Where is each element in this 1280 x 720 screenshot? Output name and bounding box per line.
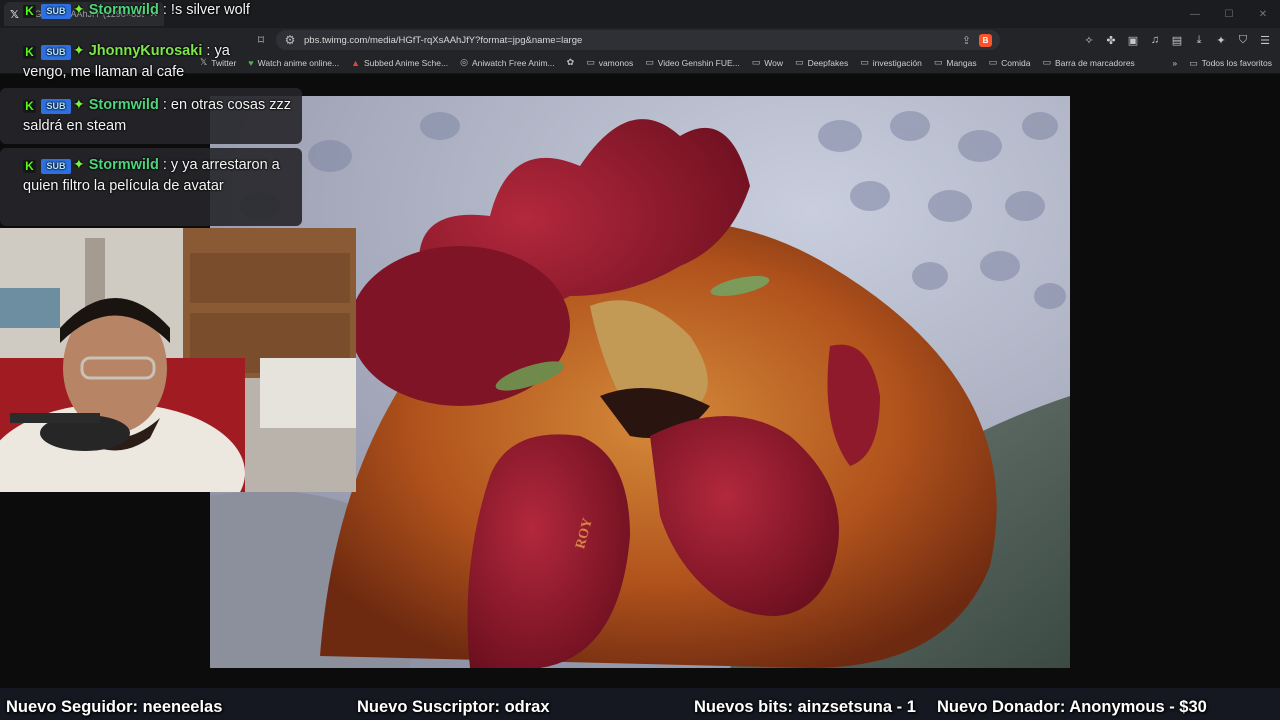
- address-bar[interactable]: ⚙ pbs.twimg.com/media/HGfT-rqXsAAhJfY?fo…: [276, 30, 1000, 50]
- wallet-icon[interactable]: ▤: [1168, 31, 1186, 49]
- bookmarks-more-button[interactable]: »: [1172, 58, 1177, 68]
- folder-icon: ▭: [1042, 57, 1051, 67]
- subscriber-badge-icon: SUB: [41, 99, 71, 114]
- chat-message: K SUB ✦ JhonnyKurosaki : ya vengo, me llama…: [23, 42, 230, 80]
- bookmark-folder[interactable]: ▭ Video Genshin FUE...: [645, 57, 740, 68]
- folder-icon: ▭: [645, 57, 654, 67]
- brave-shields-icon[interactable]: B: [979, 33, 992, 47]
- folder-icon: ▭: [795, 57, 804, 67]
- star-badge-icon: ✦: [73, 1, 85, 17]
- chat-username: Stormwild: [88, 2, 159, 18]
- kick-badge-icon: K: [23, 100, 36, 113]
- bookmark-folder[interactable]: ▭ Comida: [989, 57, 1031, 68]
- new-donor-alert: Nuevo Donador: Anonymous - $30: [937, 698, 1207, 716]
- close-window-button[interactable]: ✕: [1246, 0, 1280, 28]
- bookmark-item[interactable]: ◎ Aniwatch Free Anim...: [460, 57, 555, 68]
- webcam-image: [0, 228, 356, 492]
- new-bits-alert: Nuevos bits: ainzsetsuna - 1: [694, 698, 916, 716]
- site-icon: ▲: [351, 57, 360, 68]
- site-icon: ◎: [460, 57, 468, 67]
- folder-icon: ▭: [751, 57, 761, 67]
- music-icon[interactable]: ♫: [1146, 31, 1164, 49]
- bookmark-folder[interactable]: ▭ Mangas: [934, 57, 977, 68]
- alert-ticker: Nuevo Seguidor: neeneelas Nuevo Suscript…: [0, 698, 1280, 720]
- site-info-icon[interactable]: ⚙: [284, 29, 296, 51]
- window-controls: — ☐ ✕: [1178, 0, 1280, 28]
- screen: 𝕏 HGfT-rqXsAAhJfY (1290×839) ✕ — ☐ ✕ ⌑ ⚙…: [0, 0, 1280, 720]
- star-badge-icon: ✦: [73, 42, 85, 58]
- star-badge-icon: ✦: [73, 96, 85, 112]
- webcam-feed: [0, 228, 356, 492]
- new-follower-alert: Nuevo Seguidor: neeneelas: [6, 698, 223, 716]
- kick-badge-icon: K: [23, 160, 36, 173]
- chat-message: K SUB ✦ Stormwild : en otras cosas zzz sald…: [0, 88, 302, 144]
- folder-icon: ▭: [988, 57, 998, 67]
- bookmark-folder[interactable]: ▭ Barra de marcadores: [1042, 57, 1134, 68]
- star-badge-icon: ✦: [73, 156, 85, 172]
- bookmark-item[interactable]: ✿: [567, 57, 575, 68]
- extension-icons: ✧ ✤ ▣ ♫ ▤ ⤓ ✦ ⛉ ☰: [1080, 30, 1274, 50]
- chat-username: Stormwild: [88, 97, 159, 113]
- bookmark-item[interactable]: ▲ Subbed Anime Sche...: [351, 58, 448, 68]
- new-subscriber-alert: Nuevo Suscriptor: odrax: [357, 698, 550, 716]
- extension-icon[interactable]: ✧: [1080, 31, 1098, 49]
- minimize-button[interactable]: —: [1178, 0, 1212, 28]
- download-icon[interactable]: ⤓: [1190, 31, 1208, 49]
- bookmark-folder[interactable]: ▭ Wow: [752, 57, 783, 68]
- kick-badge-icon: K: [23, 5, 36, 18]
- chat-username: Stormwild: [88, 157, 159, 173]
- folder-icon: ▭: [933, 57, 943, 67]
- menu-icon[interactable]: ☰: [1256, 31, 1274, 49]
- folder-icon: ▭: [1189, 57, 1198, 68]
- bookmarks-right: » ▭ Todos los favoritos: [1172, 52, 1272, 74]
- bookmark-folder[interactable]: ▭ vamonos: [586, 57, 633, 68]
- leo-ai-icon[interactable]: ✦: [1212, 31, 1230, 49]
- puzzle-icon[interactable]: ✤: [1102, 31, 1120, 49]
- all-favorites-folder[interactable]: ▭ Todos los favoritos: [1189, 58, 1272, 69]
- chat-text: !s silver wolf: [170, 2, 250, 18]
- chat-message: K SUB ✦ Stormwild : y ya arrestaron a quien…: [0, 148, 302, 226]
- subscriber-badge-icon: SUB: [41, 4, 71, 19]
- url-text: pbs.twimg.com/media/HGfT-rqXsAAhJfY?form…: [304, 34, 583, 46]
- chat-message: K SUB ✦ Stormwild : !s silver wolf: [0, 0, 302, 27]
- bookmark-folder[interactable]: ▭ investigación: [860, 57, 922, 68]
- sidebar-icon[interactable]: ▣: [1124, 31, 1142, 49]
- vpn-shield-icon[interactable]: ⛉: [1234, 31, 1252, 49]
- kick-badge-icon: K: [23, 46, 36, 59]
- subscriber-badge-icon: SUB: [41, 159, 71, 174]
- subscriber-badge-icon: SUB: [41, 45, 71, 60]
- chat-username: JhonnyKurosaki: [88, 43, 203, 59]
- maximize-button[interactable]: ☐: [1212, 0, 1246, 28]
- folder-icon: ▭: [586, 57, 595, 67]
- folder-icon: ▭: [860, 57, 869, 67]
- bookmark-folder[interactable]: ▭ Deepfakes: [795, 57, 848, 68]
- share-icon[interactable]: ⇪: [962, 34, 971, 47]
- site-icon: ✿: [566, 57, 575, 67]
